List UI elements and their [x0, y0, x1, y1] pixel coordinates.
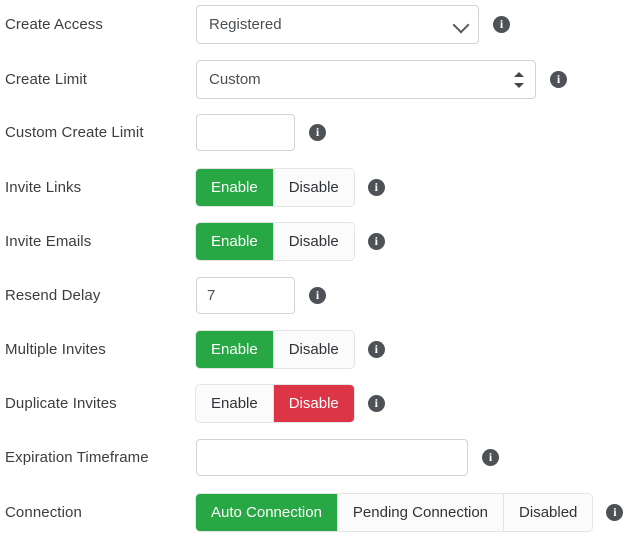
control-custom-create-limit: i	[196, 114, 636, 151]
resend-delay-input[interactable]	[196, 277, 295, 314]
info-icon-create-limit[interactable]: i	[550, 71, 567, 88]
invite-links-enable-button[interactable]: Enable	[196, 169, 274, 206]
form-row-multiple-invites: Multiple Invites Enable Disable i	[0, 331, 636, 368]
label-create-access: Create Access	[5, 15, 104, 33]
control-create-limit: Custom i	[196, 60, 636, 99]
label-duplicate-invites: Duplicate Invites	[5, 394, 117, 412]
info-icon-custom-create-limit[interactable]: i	[309, 124, 326, 141]
multiple-invites-enable-button[interactable]: Enable	[196, 331, 274, 368]
form-row-custom-create-limit: Custom Create Limit i	[0, 114, 636, 151]
duplicate-invites-enable-button[interactable]: Enable	[196, 385, 274, 422]
form-row-resend-delay: Resend Delay i	[0, 277, 636, 314]
duplicate-invites-disable-button[interactable]: Disable	[273, 385, 354, 422]
label-connection: Connection	[5, 503, 82, 521]
invite-links-disable-button[interactable]: Disable	[273, 169, 354, 206]
connection-pending-button[interactable]: Pending Connection	[337, 494, 505, 531]
connection-disabled-button[interactable]: Disabled	[504, 494, 593, 531]
label-resend-delay: Resend Delay	[5, 286, 101, 304]
info-icon-multiple-invites[interactable]: i	[367, 341, 385, 358]
control-connection: Auto Connection Pending Connection Disab…	[196, 494, 636, 531]
custom-create-limit-input[interactable]	[196, 114, 295, 151]
form-row-connection: Connection Auto Connection Pending Conne…	[0, 494, 636, 531]
info-icon-expiration-timeframe[interactable]: i	[482, 449, 499, 466]
settings-form: Create Access Registered i Create Limit …	[0, 0, 636, 547]
multiple-invites-disable-button[interactable]: Disable	[273, 331, 354, 368]
info-icon-invite-links[interactable]: i	[367, 179, 385, 196]
control-multiple-invites: Enable Disable i	[196, 331, 636, 368]
control-invite-links: Enable Disable i	[196, 169, 636, 206]
invite-emails-disable-button[interactable]: Disable	[273, 223, 354, 260]
invite-emails-button-group: Enable Disable	[196, 223, 354, 260]
form-row-duplicate-invites: Duplicate Invites Enable Disable i	[0, 385, 636, 422]
label-multiple-invites: Multiple Invites	[5, 340, 106, 358]
invite-links-button-group: Enable Disable	[196, 169, 354, 206]
create-limit-select[interactable]: Custom	[196, 60, 536, 99]
control-create-access: Registered i	[196, 5, 636, 44]
create-limit-value: Custom	[209, 71, 261, 88]
expiration-timeframe-input[interactable]	[196, 439, 468, 476]
duplicate-invites-button-group: Enable Disable	[196, 385, 354, 422]
label-expiration-timeframe: Expiration Timeframe	[5, 448, 149, 466]
chevron-down-icon	[452, 16, 470, 33]
label-create-limit: Create Limit	[5, 70, 88, 88]
create-access-select[interactable]: Registered	[196, 5, 479, 44]
label-custom-create-limit: Custom Create Limit	[5, 123, 144, 141]
control-duplicate-invites: Enable Disable i	[196, 385, 636, 422]
form-row-create-access: Create Access Registered i	[0, 5, 636, 44]
multiple-invites-button-group: Enable Disable	[196, 331, 354, 368]
info-icon-duplicate-invites[interactable]: i	[367, 395, 385, 412]
info-icon-create-access[interactable]: i	[493, 16, 510, 33]
form-row-create-limit: Create Limit Custom i	[0, 60, 636, 99]
form-row-invite-links: Invite Links Enable Disable i	[0, 169, 636, 206]
control-resend-delay: i	[196, 277, 636, 314]
info-icon-invite-emails[interactable]: i	[367, 233, 385, 250]
control-invite-emails: Enable Disable i	[196, 223, 636, 260]
info-icon-resend-delay[interactable]: i	[309, 287, 326, 304]
form-row-expiration-timeframe: Expiration Timeframe i	[0, 439, 636, 476]
spinner-arrows-icon	[514, 71, 524, 88]
control-expiration-timeframe: i	[196, 439, 636, 476]
info-icon-connection[interactable]: i	[606, 504, 624, 521]
form-row-invite-emails: Invite Emails Enable Disable i	[0, 223, 636, 260]
create-access-value: Registered	[209, 16, 282, 33]
label-invite-links: Invite Links	[5, 178, 82, 196]
connection-auto-button[interactable]: Auto Connection	[196, 494, 338, 531]
connection-button-group: Auto Connection Pending Connection Disab…	[196, 494, 593, 531]
invite-emails-enable-button[interactable]: Enable	[196, 223, 274, 260]
label-invite-emails: Invite Emails	[5, 232, 92, 250]
